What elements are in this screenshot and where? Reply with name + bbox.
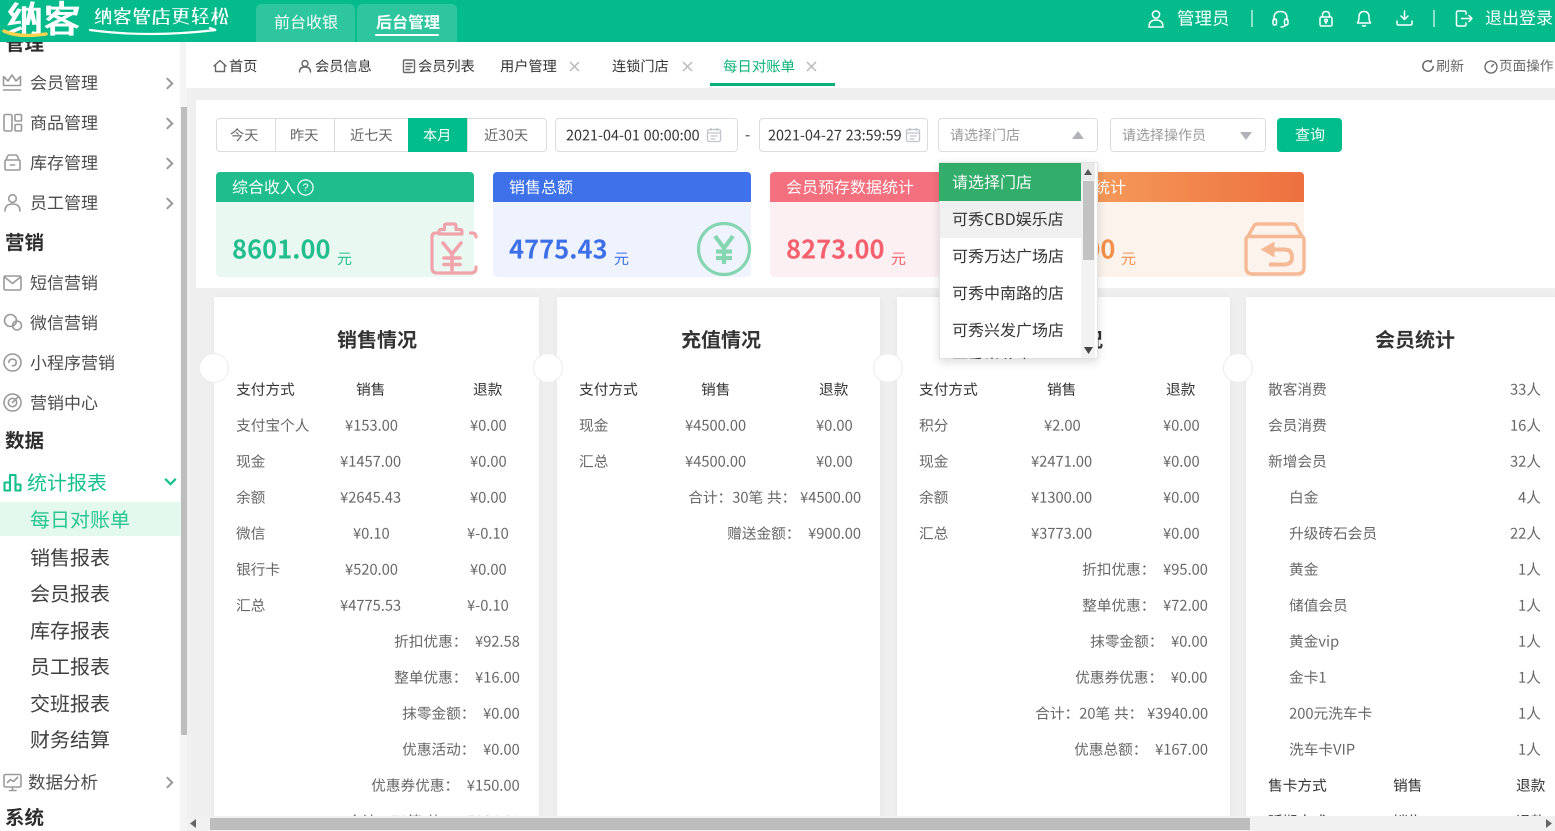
svg-text:?: ? [302,182,308,194]
